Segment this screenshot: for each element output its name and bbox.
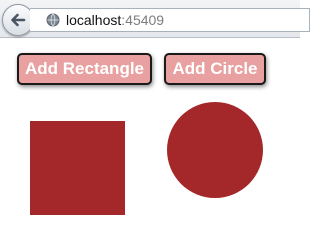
back-arrow-icon	[11, 13, 26, 27]
add-circle-button[interactable]: Add Circle	[164, 53, 266, 85]
globe-icon	[46, 13, 60, 27]
add-rectangle-button[interactable]: Add Rectangle	[17, 53, 152, 85]
red-circle-shape	[167, 102, 263, 198]
address-bar[interactable]: localhost:45409	[30, 8, 310, 32]
red-rectangle-shape	[30, 121, 125, 215]
url-host: localhost	[66, 12, 122, 28]
url-text: localhost:45409	[66, 12, 164, 28]
browser-toolbar: localhost:45409	[0, 0, 310, 38]
url-port: :45409	[121, 12, 165, 28]
